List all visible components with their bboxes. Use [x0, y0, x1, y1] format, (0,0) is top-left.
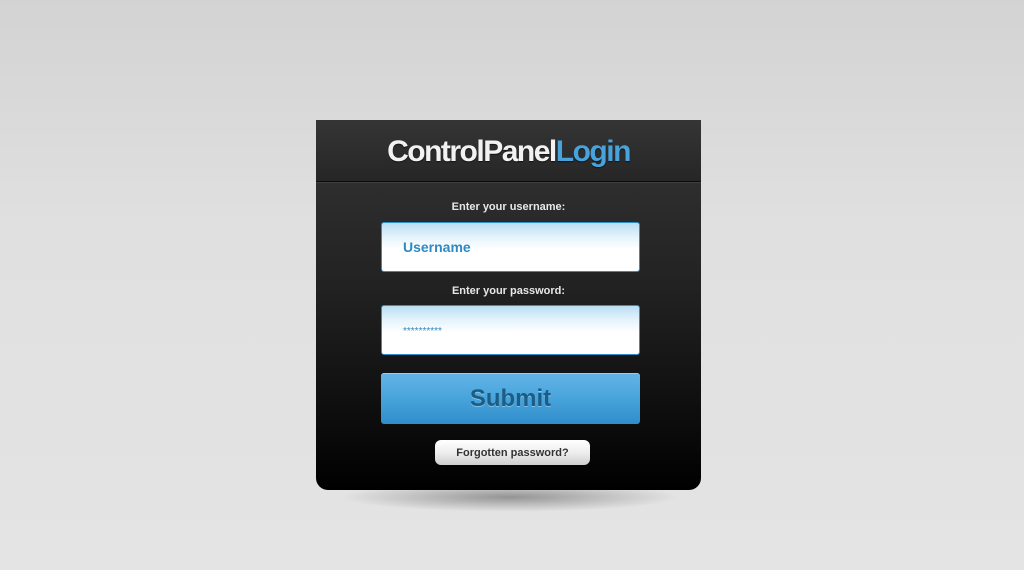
- title-login: Login: [555, 135, 632, 168]
- submit-button[interactable]: Submit: [381, 373, 640, 424]
- login-title: ControlPanelLogin: [387, 135, 632, 168]
- password-input[interactable]: **********: [403, 326, 442, 337]
- username-field-wrapper: [381, 222, 640, 272]
- password-label: Enter your password:: [451, 285, 566, 297]
- login-panel: ControlPanelLogin Enter your username: E…: [316, 120, 701, 490]
- password-field-wrapper[interactable]: **********: [381, 305, 640, 355]
- login-header: ControlPanelLogin: [316, 120, 701, 182]
- username-input[interactable]: [382, 223, 639, 271]
- username-label: Enter your username:: [451, 201, 566, 213]
- forgot-password-button[interactable]: Forgotten password?: [435, 440, 590, 465]
- title-controlpanel: ControlPanel: [387, 135, 557, 168]
